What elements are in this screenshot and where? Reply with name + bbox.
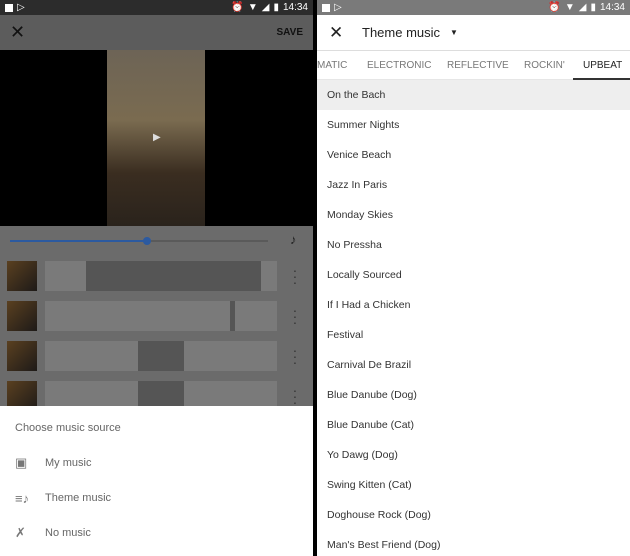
timeline: ♪ · · · · · · · · · · · ·	[0, 226, 313, 411]
track-item[interactable]: Jazz In Paris	[317, 170, 630, 200]
tab-electronic[interactable]: ELECTRONIC	[367, 51, 431, 80]
track-item[interactable]: Doghouse Rock (Dog)	[317, 500, 630, 530]
tab-rockin[interactable]: ROCKIN'	[524, 51, 565, 80]
music-note-icon[interactable]: ♪	[290, 232, 297, 247]
clock: 14:34	[282, 2, 308, 13]
battery-icon: ▮	[590, 2, 596, 13]
track-list: On the Bach Summer Nights Venice Beach Jazz…	[317, 80, 630, 556]
clip-thumbnail[interactable]	[7, 261, 37, 291]
tab-reflective[interactable]: REFLECTIVE	[447, 51, 509, 80]
track-item[interactable]: Venice Beach	[317, 140, 630, 170]
editor-toolbar: ✕ SAVE	[0, 15, 313, 50]
gallery-icon	[322, 3, 330, 12]
close-icon[interactable]: ✕	[10, 22, 25, 43]
wifi-icon: ▼	[247, 2, 258, 13]
video-editor-screen: ▷ ⏰ ▼ ◢ ▮ 14:34 ✕ SAVE ▶ ♪ · · · · · · · · · · · · C…	[0, 0, 313, 556]
clip-thumbnail[interactable]	[7, 301, 37, 331]
music-library-icon: ▣	[15, 455, 28, 470]
battery-icon: ▮	[273, 2, 279, 13]
playback-slider[interactable]	[10, 237, 268, 245]
genre-tabs: MATIC ELECTRONIC REFLECTIVE ROCKIN' UPBE…	[317, 50, 630, 80]
gallery-icon	[5, 3, 13, 12]
more-icon[interactable]: · · ·	[292, 343, 298, 369]
slider-knob[interactable]	[142, 237, 151, 245]
clip-row[interactable]: · · ·	[7, 261, 307, 291]
track-item[interactable]: No Pressha	[317, 230, 630, 260]
music-off-icon: ✗	[15, 525, 26, 540]
track-item[interactable]: Blue Danube (Dog)	[317, 380, 630, 410]
clip-row[interactable]: · · ·	[7, 301, 307, 331]
option-my-music[interactable]: ▣ My music	[0, 448, 313, 478]
track-item[interactable]: On the Bach	[317, 80, 630, 110]
tab-cinematic[interactable]: MATIC	[317, 51, 347, 80]
save-button[interactable]: SAVE	[277, 27, 304, 38]
track-item[interactable]: Monday Skies	[317, 200, 630, 230]
theme-header: ✕ Theme music ▼	[317, 15, 630, 50]
play-icon[interactable]: ▶	[153, 132, 161, 143]
track-item[interactable]: Carnival De Brazil	[317, 350, 630, 380]
video-frame: ▶	[107, 50, 205, 226]
track-item[interactable]: Festival	[317, 320, 630, 350]
status-bar: ▷ ⏰ ▼ ◢ ▮ 14:34	[317, 0, 630, 15]
sheet-title: Choose music source	[15, 422, 121, 434]
dropdown-arrow-icon[interactable]: ▼	[450, 28, 458, 37]
alarm-icon: ⏰	[548, 2, 561, 13]
status-bar: ▷ ⏰ ▼ ◢ ▮ 14:34	[0, 0, 313, 15]
playlist-music-icon: ≡♪	[15, 490, 30, 506]
music-source-sheet: Choose music source ▣ My music ≡♪ Theme mu…	[0, 406, 313, 556]
play-store-icon: ▷	[334, 2, 342, 13]
play-store-icon: ▷	[17, 2, 25, 13]
more-icon[interactable]: · · ·	[292, 383, 298, 409]
track-item[interactable]: Man's Best Friend (Dog)	[317, 530, 630, 556]
clock: 14:34	[599, 2, 625, 13]
option-theme-music[interactable]: ≡♪ Theme music	[0, 483, 313, 513]
video-preview[interactable]: ▶	[0, 50, 313, 226]
signal-icon: ◢	[578, 2, 587, 13]
track-item[interactable]: Swing Kitten (Cat)	[317, 470, 630, 500]
track-item[interactable]: If I Had a Chicken	[317, 290, 630, 320]
track-item[interactable]: Summer Nights	[317, 110, 630, 140]
more-icon[interactable]: · · ·	[292, 263, 298, 289]
alarm-icon: ⏰	[231, 2, 244, 13]
track-item[interactable]: Locally Sourced	[317, 260, 630, 290]
clip-row[interactable]: · · ·	[7, 341, 307, 371]
tab-upbeat[interactable]: UPBEAT	[573, 51, 630, 80]
wifi-icon: ▼	[564, 2, 575, 13]
track-item[interactable]: Yo Dawg (Dog)	[317, 440, 630, 470]
option-no-music[interactable]: ✗ No music	[0, 518, 313, 548]
more-icon[interactable]: · · ·	[292, 303, 298, 329]
clip-thumbnail[interactable]	[7, 341, 37, 371]
theme-music-screen: ▷ ⏰ ▼ ◢ ▮ 14:34 ✕ Theme music ▼ MATIC ELECTR…	[317, 0, 630, 556]
close-icon[interactable]: ✕	[329, 23, 362, 43]
theme-dropdown[interactable]: Theme music	[362, 25, 440, 40]
track-item[interactable]: Blue Danube (Cat)	[317, 410, 630, 440]
signal-icon: ◢	[261, 2, 270, 13]
